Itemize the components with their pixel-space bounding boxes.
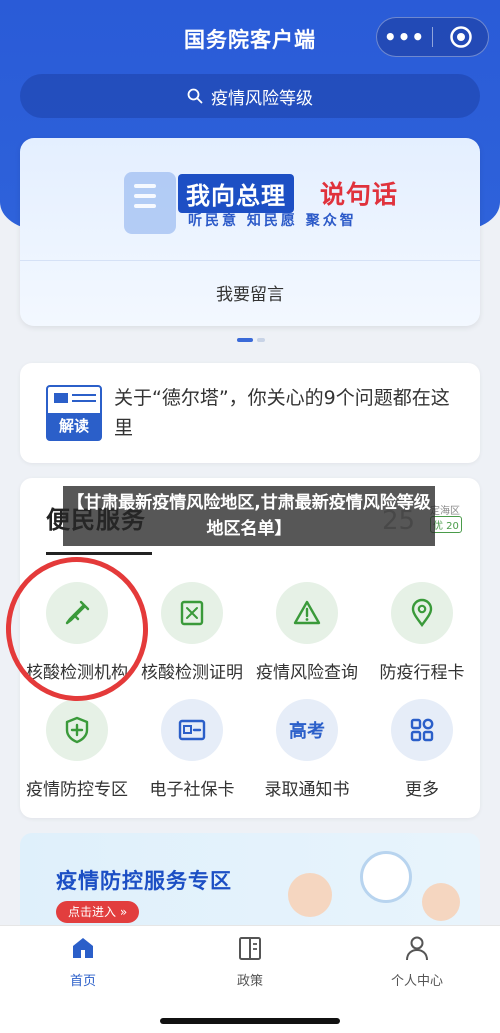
banner-divider: [20, 260, 480, 261]
tab-personal-center[interactable]: 个人中心: [357, 934, 477, 989]
doctor-figure-illustration: [360, 851, 412, 903]
pager-dot: [257, 338, 265, 342]
interpretation-icon-bar: [54, 393, 68, 403]
notice-card[interactable]: 解读 关于“德尔塔”，你关心的9个问题都在这里: [20, 363, 480, 463]
bottom-tab-bar: 首页 政策 个人中心: [0, 925, 500, 1033]
service-epidemic-zone[interactable]: 疫情防控专区: [17, 699, 137, 800]
interpretation-icon: 解读: [46, 385, 102, 441]
close-target-button[interactable]: [433, 25, 488, 49]
shield-plus-icon: [46, 699, 108, 761]
banner-subtitle: 听民意 知民愿 聚众智: [188, 213, 357, 229]
search-text: 疫情风险等级: [211, 88, 313, 109]
book-icon: [239, 937, 261, 960]
gaokao-icon-text: 高考: [289, 721, 325, 742]
service-social-security-card[interactable]: 电子社保卡: [132, 699, 252, 800]
home-indicator: [160, 1018, 340, 1024]
banner-carousel[interactable]: 我向总理 说句话 听民意 知民愿 聚众智 我要留言: [20, 138, 480, 326]
service-label: 录取通知书: [264, 780, 350, 800]
service-risk-query[interactable]: 疫情风险查询: [247, 582, 367, 683]
service-label: 核酸检测证明: [141, 663, 243, 683]
service-label: 防疫行程卡: [379, 663, 465, 683]
person-icon: [406, 936, 428, 961]
more-menu-button[interactable]: •••: [377, 17, 432, 57]
doctor-figure-illustration: [422, 883, 460, 921]
service-admission-notice[interactable]: 高考 录取通知书: [247, 699, 367, 800]
pager-dot-active: [237, 338, 253, 342]
carousel-indicator: [237, 338, 265, 342]
tab-label: 首页: [69, 974, 96, 989]
tab-label: 政策: [236, 974, 263, 989]
promo-title: 疫情防控服务专区: [56, 869, 232, 893]
certificate-icon: [161, 582, 223, 644]
leave-message-link[interactable]: 我要留言: [20, 280, 480, 305]
promo-enter-button[interactable]: 点击进入 »: [56, 901, 140, 923]
search-icon: [187, 88, 203, 104]
home-icon: [73, 938, 93, 958]
service-label: 电子社保卡: [149, 780, 235, 800]
banner-title-b: 说句话: [320, 180, 399, 209]
gaokao-icon: 高考: [276, 699, 338, 761]
doctor-figure-illustration: [288, 873, 332, 917]
search-bar[interactable]: 疫情风险等级: [20, 74, 480, 118]
interpretation-icon-word: 解读: [48, 413, 100, 439]
tab-policy[interactable]: 政策: [190, 934, 310, 989]
tab-home[interactable]: 首页: [23, 934, 143, 989]
overlay-caption: 【甘肃最新疫情风险地区,甘肃最新疫情风险等级地区名单】: [63, 486, 435, 546]
service-travel-card[interactable]: 防疫行程卡: [362, 582, 482, 683]
interpretation-icon-line: [72, 400, 96, 402]
warning-icon: [276, 582, 338, 644]
services-title-underline: [46, 552, 152, 555]
service-more[interactable]: 更多: [362, 699, 482, 800]
mini-program-capsule: •••: [376, 17, 489, 57]
banner-title-a: 我向总理: [178, 174, 294, 213]
target-icon: [449, 26, 472, 48]
location-pin-icon: [391, 582, 453, 644]
service-nucleic-test-certificate[interactable]: 核酸检测证明: [132, 582, 252, 683]
phone-icon: [124, 172, 176, 234]
grid-apps-icon: [391, 699, 453, 761]
notice-text: 关于“德尔塔”，你关心的9个问题都在这里: [114, 387, 450, 439]
interpretation-icon-line: [72, 394, 96, 396]
service-label: 更多: [405, 780, 439, 800]
service-label: 疫情防控专区: [26, 780, 128, 800]
tab-label: 个人中心: [390, 974, 443, 989]
service-label: 疫情风险查询: [256, 663, 358, 683]
id-card-icon: [161, 699, 223, 761]
